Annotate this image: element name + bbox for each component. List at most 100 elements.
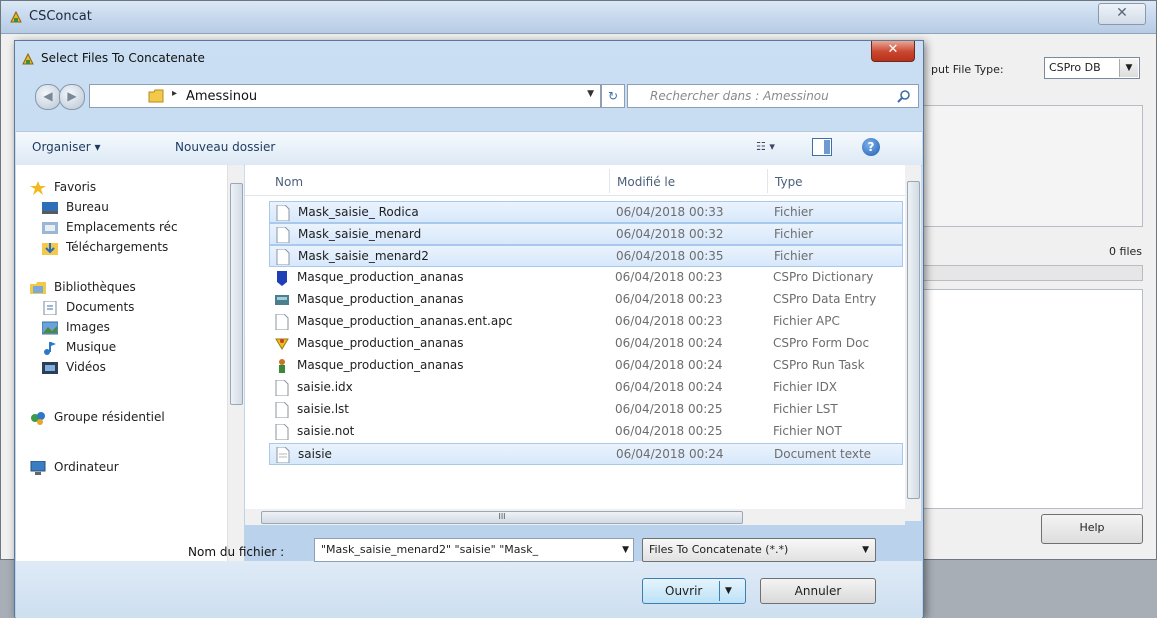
file-row[interactable]: Masque_production_ananas 06/04/2018 00:2… bbox=[269, 267, 903, 289]
file-list-vscroll-thumb[interactable] bbox=[907, 181, 920, 499]
file-name: saisie.lst bbox=[297, 402, 350, 416]
file-row[interactable]: saisie.lst 06/04/2018 00:25 Fichier LST bbox=[269, 399, 903, 421]
recent-places-icon bbox=[42, 222, 58, 234]
libraries-icon bbox=[30, 282, 46, 294]
file-date: 06/04/2018 00:24 bbox=[615, 336, 723, 350]
chevron-down-icon[interactable]: ▼ bbox=[725, 579, 732, 603]
file-row[interactable]: Masque_production_ananas 06/04/2018 00:2… bbox=[269, 289, 903, 311]
column-divider[interactable] bbox=[609, 169, 610, 193]
address-bar[interactable]: ▸ Amessinou ▼ bbox=[89, 84, 601, 108]
images-icon bbox=[42, 321, 58, 335]
file-row[interactable]: Mask_saisie_menard2 06/04/2018 00:35 Fic… bbox=[269, 245, 903, 267]
select-files-dialog: Select Files To Concatenate ✕ ◀ ▶ ▸ Ames… bbox=[14, 40, 924, 618]
file-icon bbox=[276, 249, 290, 265]
computer-icon bbox=[30, 461, 46, 475]
breadcrumb-folder[interactable]: Amessinou bbox=[186, 89, 257, 104]
help-button[interactable]: Help bbox=[1041, 514, 1143, 544]
dialog-title: Select Files To Concatenate bbox=[41, 51, 205, 65]
file-date: 06/04/2018 00:33 bbox=[616, 205, 724, 219]
file-date: 06/04/2018 00:24 bbox=[615, 358, 723, 372]
file-name: Masque_production_ananas bbox=[297, 292, 464, 306]
file-date: 06/04/2018 00:24 bbox=[615, 380, 723, 394]
music-icon bbox=[44, 342, 56, 355]
main-window-title: CSConcat bbox=[29, 9, 92, 24]
organize-button[interactable]: Organiser ▾ bbox=[32, 140, 100, 154]
file-list-hscroll-thumb[interactable]: III bbox=[261, 511, 743, 524]
file-name: Mask_saisie_menard bbox=[298, 227, 422, 241]
file-row[interactable]: saisie.idx 06/04/2018 00:24 Fichier IDX bbox=[269, 377, 903, 399]
file-row[interactable]: saisie.not 06/04/2018 00:25 Fichier NOT bbox=[269, 421, 903, 443]
main-close-button[interactable]: ✕ bbox=[1098, 3, 1146, 25]
file-name: Masque_production_ananas.ent.apc bbox=[297, 314, 513, 328]
filename-value: "Mask_saisie_menard2" "saisie" "Mask_ bbox=[321, 543, 539, 556]
cspro-run-task-icon bbox=[279, 359, 285, 373]
chevron-down-icon: ▼ bbox=[1119, 59, 1138, 77]
file-row[interactable]: Masque_production_ananas.ent.apc 06/04/2… bbox=[269, 311, 903, 333]
nav-label: Vidéos bbox=[66, 360, 106, 374]
file-list-vscrollbar[interactable] bbox=[905, 165, 921, 521]
file-type: Fichier bbox=[774, 249, 814, 263]
app-icon bbox=[22, 52, 34, 65]
file-icon bbox=[275, 314, 289, 330]
file-icon bbox=[275, 380, 289, 396]
back-button[interactable]: ◀ bbox=[35, 84, 61, 110]
videos-icon bbox=[42, 362, 58, 374]
file-row[interactable]: saisie 06/04/2018 00:24 Document texte bbox=[269, 443, 903, 465]
preview-pane-icon[interactable] bbox=[812, 138, 832, 156]
file-list-hscrollbar[interactable]: III bbox=[245, 509, 905, 525]
file-type: Fichier NOT bbox=[773, 424, 842, 438]
column-divider[interactable] bbox=[767, 169, 768, 193]
nav-label: Emplacements réc bbox=[66, 220, 178, 234]
dialog-close-button[interactable]: ✕ bbox=[871, 41, 915, 62]
file-row[interactable]: Mask_saisie_menard 06/04/2018 00:32 Fich… bbox=[269, 223, 903, 245]
output-type-select[interactable]: CSPro DB ▼ bbox=[1044, 57, 1140, 79]
search-input[interactable]: Rechercher dans : Amessinou bbox=[627, 84, 919, 108]
files-count: 0 files bbox=[1109, 245, 1142, 258]
file-row[interactable]: Masque_production_ananas 06/04/2018 00:2… bbox=[269, 333, 903, 355]
filetype-select[interactable]: Files To Concatenate (*.*) ▼ bbox=[642, 538, 876, 562]
file-type: Fichier LST bbox=[773, 402, 838, 416]
file-type: CSPro Run Task bbox=[773, 358, 865, 372]
file-list: Nom Modifié le Type Mask_saisie_ Rodica … bbox=[245, 165, 905, 509]
column-headers: Nom Modifié le Type bbox=[245, 165, 905, 196]
chevron-down-icon[interactable]: ▼ bbox=[587, 89, 594, 99]
nav-label: Images bbox=[66, 320, 110, 334]
refresh-button[interactable]: ↻ bbox=[601, 84, 625, 108]
app-icon bbox=[10, 10, 22, 23]
file-row[interactable]: Mask_saisie_ Rodica 06/04/2018 00:33 Fic… bbox=[269, 201, 903, 223]
documents-icon bbox=[43, 301, 57, 315]
help-icon[interactable]: ? bbox=[862, 138, 880, 156]
filetype-value: Files To Concatenate (*.*) bbox=[649, 543, 789, 556]
nav-label: Ordinateur bbox=[54, 460, 119, 474]
file-row[interactable]: Masque_production_ananas 06/04/2018 00:2… bbox=[269, 355, 903, 377]
text-file-icon bbox=[276, 447, 290, 463]
new-folder-button[interactable]: Nouveau dossier bbox=[175, 140, 275, 154]
cancel-button[interactable]: Annuler bbox=[760, 578, 876, 604]
filename-field[interactable]: "Mask_saisie_menard2" "saisie" "Mask_ ▼ bbox=[314, 538, 634, 562]
nav-label: Documents bbox=[66, 300, 135, 314]
column-header-type[interactable]: Type bbox=[775, 175, 803, 189]
cspro-data-entry-icon bbox=[275, 295, 289, 305]
progress-bar bbox=[923, 265, 1143, 281]
folder-icon bbox=[148, 89, 164, 103]
navigation-pane: Favoris Bureau Emplacements réc Téléchar… bbox=[16, 165, 239, 561]
nav-scroll-thumb[interactable] bbox=[230, 183, 243, 405]
nav-scrollbar[interactable] bbox=[227, 165, 244, 561]
open-button[interactable]: Ouvrir ▼ bbox=[642, 578, 746, 604]
views-button[interactable]: ☷ ▾ bbox=[756, 140, 775, 153]
file-type: CSPro Form Doc bbox=[773, 336, 870, 350]
chevron-down-icon[interactable]: ▼ bbox=[622, 539, 629, 561]
nav-label: Musique bbox=[66, 340, 117, 354]
forward-button[interactable]: ▶ bbox=[59, 84, 85, 110]
output-panel bbox=[923, 289, 1143, 509]
search-icon[interactable] bbox=[897, 89, 911, 103]
file-icon bbox=[276, 205, 290, 221]
chevron-down-icon[interactable]: ▼ bbox=[862, 539, 869, 561]
file-icon bbox=[276, 227, 290, 243]
desktop-icon bbox=[42, 202, 58, 214]
nav-label: Bureau bbox=[66, 200, 109, 214]
file-date: 06/04/2018 00:23 bbox=[615, 292, 723, 306]
column-header-name[interactable]: Nom bbox=[275, 175, 303, 189]
column-header-modified[interactable]: Modifié le bbox=[617, 175, 675, 189]
file-name: Masque_production_ananas bbox=[297, 336, 464, 350]
